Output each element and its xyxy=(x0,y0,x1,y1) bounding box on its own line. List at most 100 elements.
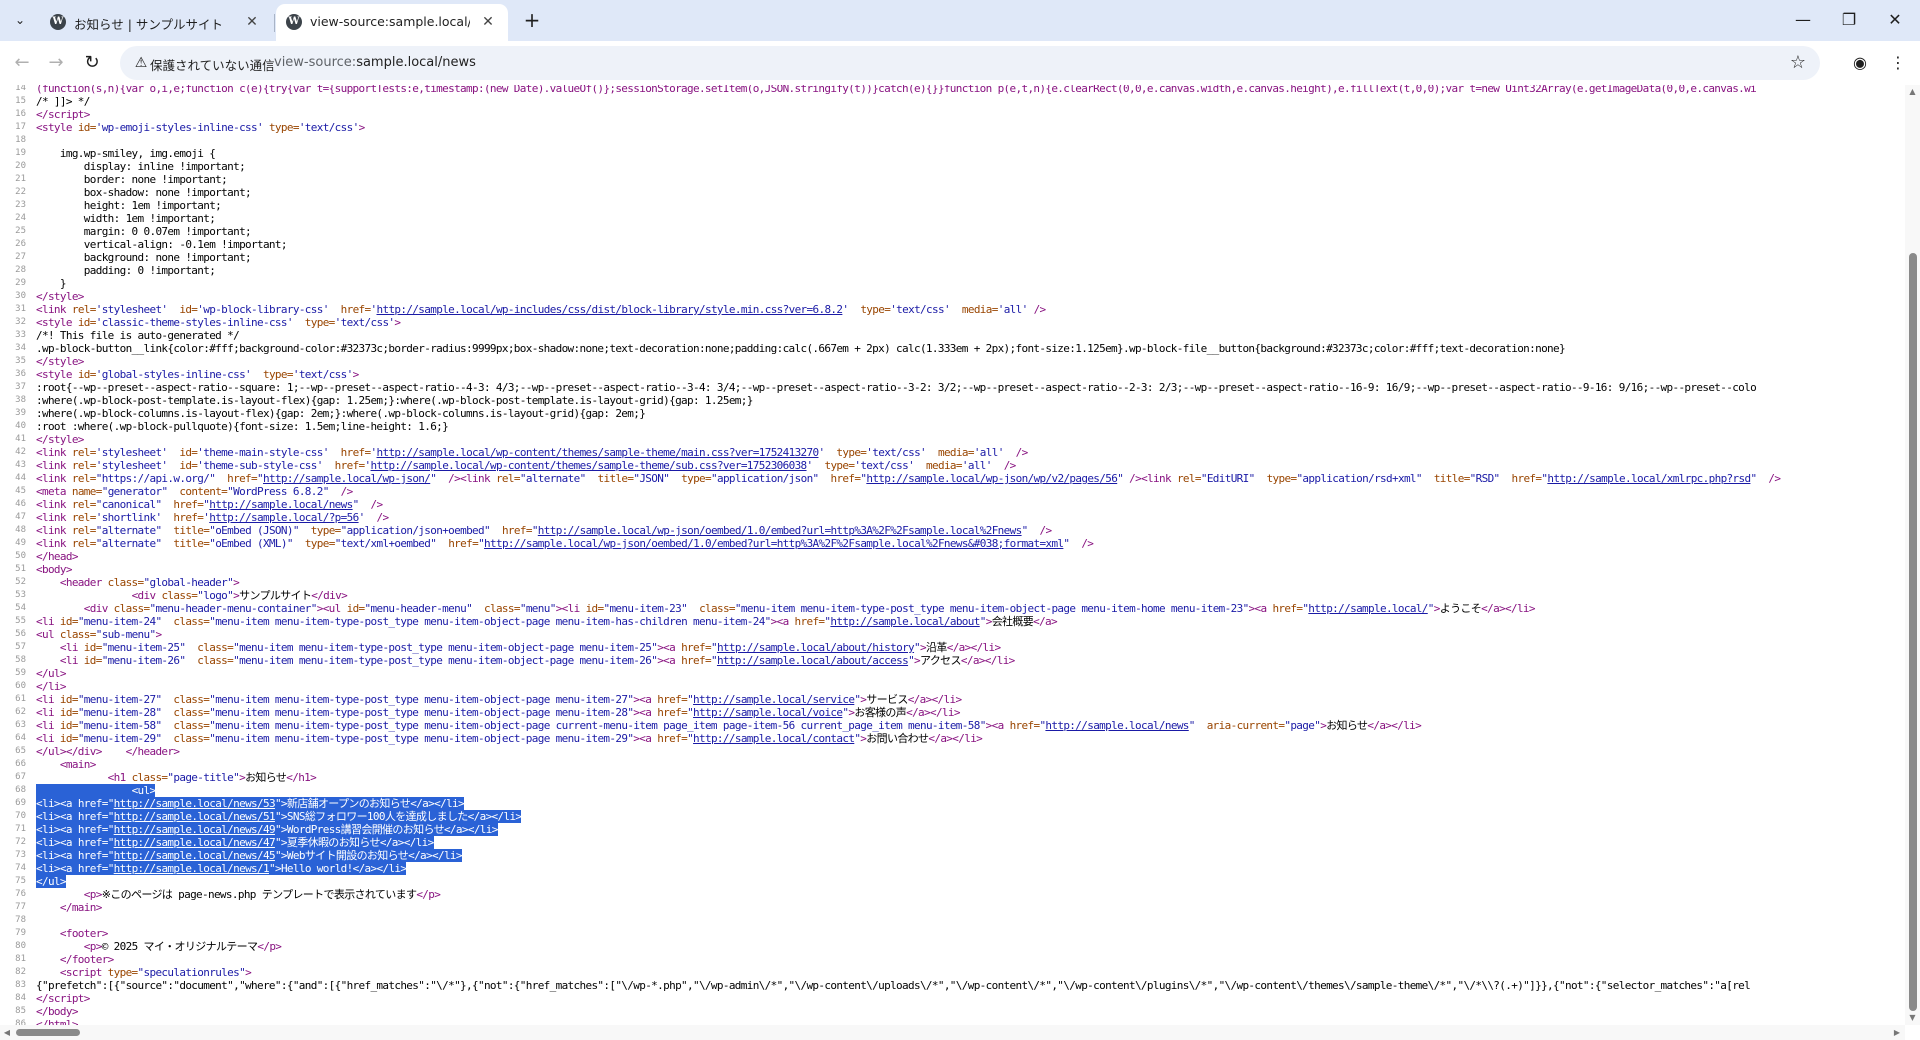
line-number: 48 xyxy=(15,525,26,535)
line-number: 14 xyxy=(15,85,26,93)
line-number: 43 xyxy=(15,460,26,470)
line-number: 25 xyxy=(15,226,26,236)
line-number: 42 xyxy=(15,447,26,457)
line-number: 58 xyxy=(15,655,26,665)
source-viewer[interactable]: 14 (function(s,n){var o,i,e;function c(e)… xyxy=(0,85,1905,1025)
line-number: 86 xyxy=(15,1019,26,1025)
line-code: /* ]]> */ xyxy=(36,95,90,108)
line-code: <link rel="https://api.w.org/" href="htt… xyxy=(36,472,1781,485)
line-code: <meta name="generator" content="WordPres… xyxy=(36,485,353,498)
address-bar[interactable]: ⚠ 保護されていない通信 view-source:sample.local/ne… xyxy=(120,46,1820,80)
line-number: 46 xyxy=(15,499,26,509)
line-code: <div class="menu-header-menu-container">… xyxy=(83,602,1536,615)
line-code: <li id="menu-item-58" class="menu-item m… xyxy=(36,719,1422,732)
line-code: <link rel='shortlink' href='http://sampl… xyxy=(36,511,389,524)
close-tab-icon[interactable]: ✕ xyxy=(242,12,262,32)
tab-strip: ⌄ W お知らせ | サンプルサイト ✕ W view-source:sampl… xyxy=(0,0,1920,41)
line-number: 68 xyxy=(15,785,26,795)
line-number: 26 xyxy=(15,239,26,249)
line-number: 59 xyxy=(15,668,26,678)
line-number: 65 xyxy=(15,746,26,756)
bookmark-star-icon[interactable]: ☆ xyxy=(1790,52,1806,73)
line-code: <li><a href="http://sample.local/news/53… xyxy=(36,797,465,810)
line-number: 35 xyxy=(15,356,26,366)
line-code: margin: 0 0.07em !important; xyxy=(36,225,252,238)
line-code: </style> xyxy=(36,433,84,446)
scroll-up-icon[interactable]: ▲ xyxy=(1907,87,1918,97)
scroll-left-icon[interactable]: ◀ xyxy=(2,1027,12,1038)
horizontal-scroll-thumb[interactable] xyxy=(16,1029,80,1036)
line-code: width: 1em !important; xyxy=(36,212,216,225)
line-number: 37 xyxy=(15,382,26,392)
line-code: <style id='global-styles-inline-css' typ… xyxy=(36,368,359,381)
scroll-right-icon[interactable]: ▶ xyxy=(1892,1027,1902,1038)
line-code: background: none !important; xyxy=(36,251,252,264)
line-code: </head> xyxy=(36,550,78,563)
horizontal-scrollbar[interactable]: ◀ ▶ xyxy=(0,1025,1905,1040)
line-code: <body> xyxy=(36,563,72,576)
line-number: 71 xyxy=(15,824,26,834)
line-code: <li><a href="http://sample.local/news/47… xyxy=(36,836,434,849)
scroll-down-icon[interactable]: ▼ xyxy=(1907,1013,1918,1023)
line-code: </script> xyxy=(36,992,90,1005)
line-number: 50 xyxy=(15,551,26,561)
url-text[interactable]: view-source:sample.local/news xyxy=(274,55,476,70)
line-code: <p>© 2025 マイ・オリジナルテーマ</p> xyxy=(83,940,282,953)
line-code: <li><a href="http://sample.local/news/51… xyxy=(36,810,522,823)
menu-icon[interactable]: ⋮ xyxy=(1884,49,1912,77)
back-icon[interactable]: ← xyxy=(8,49,36,77)
line-code: <ul> xyxy=(36,784,156,797)
reload-icon[interactable]: ↻ xyxy=(78,49,106,77)
line-code: (function(s,n){var o,i,e;function c(e){t… xyxy=(36,85,1757,95)
line-number: 63 xyxy=(15,720,26,730)
line-code: <script type="speculationrules"> xyxy=(59,966,252,979)
line-number: 77 xyxy=(15,902,26,912)
vertical-scrollbar[interactable]: ▲ ▼ xyxy=(1905,85,1920,1025)
vertical-scroll-thumb[interactable] xyxy=(1909,253,1917,1011)
tab-divider xyxy=(274,14,275,32)
line-number: 51 xyxy=(15,564,26,574)
line-number: 23 xyxy=(15,200,26,210)
security-label[interactable]: 保護されていない通信 xyxy=(150,55,275,74)
line-number: 22 xyxy=(15,187,26,197)
line-code: </main> xyxy=(59,901,102,914)
line-number: 47 xyxy=(15,512,26,522)
line-code: box-shadow: none !important; xyxy=(36,186,252,199)
forward-icon[interactable]: → xyxy=(42,49,70,77)
browser-toolbar: ← → ↻ ⚠ 保護されていない通信 view-source:sample.lo… xyxy=(0,41,1920,85)
line-number: 31 xyxy=(15,304,26,314)
line-code: <li id="menu-item-25" class="menu-item m… xyxy=(59,641,1001,654)
line-code: <li id="menu-item-24" class="menu-item m… xyxy=(36,615,1058,628)
close-window-icon[interactable]: ✕ xyxy=(1872,0,1918,40)
restore-icon[interactable]: ❐ xyxy=(1826,0,1872,40)
line-number: 73 xyxy=(15,850,26,860)
line-code: <div class="logo">サンプルサイト</div> xyxy=(131,589,348,602)
line-code: img.wp-smiley, img.emoji { xyxy=(36,147,216,160)
line-number: 75 xyxy=(15,876,26,886)
profile-icon[interactable]: ◉ xyxy=(1846,49,1874,77)
line-number: 64 xyxy=(15,733,26,743)
line-code: </style> xyxy=(36,290,84,303)
line-code: </ul> xyxy=(36,667,67,680)
line-number: 57 xyxy=(15,642,26,652)
line-number: 69 xyxy=(15,798,26,808)
line-number: 85 xyxy=(15,1006,26,1016)
minimize-icon[interactable]: — xyxy=(1780,0,1826,40)
line-code: <footer> xyxy=(59,927,108,940)
warning-icon[interactable]: ⚠ xyxy=(132,54,150,72)
new-tab-icon[interactable]: + xyxy=(520,8,544,32)
line-code: <li id="menu-item-28" class="menu-item m… xyxy=(36,706,961,719)
line-number: 27 xyxy=(15,252,26,262)
tab-view-source[interactable]: W view-source:sample.local/news ✕ xyxy=(276,4,508,41)
line-code: <header class="global-header"> xyxy=(59,576,240,589)
line-number: 67 xyxy=(15,772,26,782)
line-number: 45 xyxy=(15,486,26,496)
tab-news-page[interactable]: W お知らせ | サンプルサイト ✕ xyxy=(40,4,272,41)
line-number: 30 xyxy=(15,291,26,301)
line-number: 55 xyxy=(15,616,26,626)
tab-search-chevron-icon[interactable]: ⌄ xyxy=(8,8,32,32)
line-code: <h1 class="page-title">お知らせ</h1> xyxy=(107,771,317,784)
line-code: </script> xyxy=(36,108,90,121)
line-number: 56 xyxy=(15,629,26,639)
close-tab-icon[interactable]: ✕ xyxy=(478,12,498,32)
